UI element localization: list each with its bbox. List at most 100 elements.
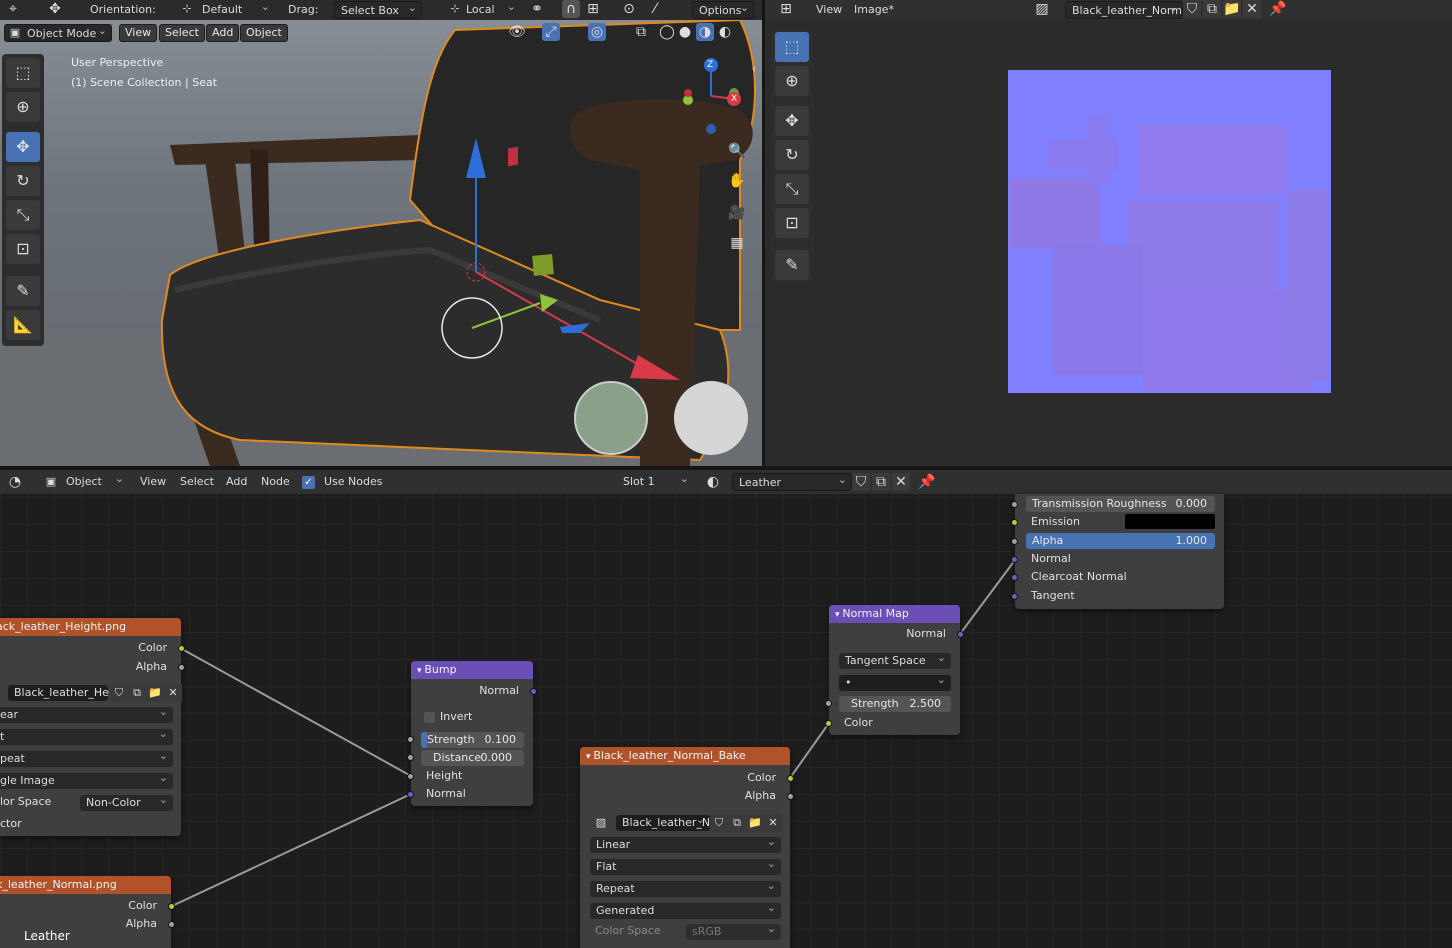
viewport-3d[interactable]: ⌖ ✥ Orientation: ⊹ Default Drag: Select … <box>0 0 762 466</box>
image-transform-tool[interactable]: ⊡ <box>775 208 809 238</box>
transform-tool[interactable]: ⊡ <box>6 234 40 264</box>
material-shading-icon[interactable]: ◑ <box>696 23 714 41</box>
material-fake-user-icon[interactable]: ⛉ <box>852 473 870 491</box>
height-fake-user-icon[interactable]: ⛉ <box>110 684 128 702</box>
menu-view[interactable]: View <box>119 24 158 42</box>
unlink-image-icon[interactable]: ✕ <box>1243 0 1261 18</box>
move-tool[interactable]: ✥ <box>6 132 40 162</box>
bump-header[interactable]: ▾ Bump <box>411 661 533 679</box>
image-move-tool[interactable]: ✥ <box>775 106 809 136</box>
editor-type-icon[interactable]: ⌖ <box>4 0 22 18</box>
bake-texture-node[interactable]: ▾ Black_leather_Normal_Bake Color Alpha … <box>580 747 794 948</box>
falloff-icon[interactable]: ⁄ <box>646 0 664 18</box>
snap-icon[interactable]: ⚭ <box>528 0 546 18</box>
normal-map-header[interactable]: ▾ Normal Map <box>829 605 960 623</box>
socket-bump-strength[interactable] <box>407 736 414 743</box>
socket-bump-out[interactable] <box>530 688 537 695</box>
open-image-icon[interactable]: 📁 <box>1223 0 1241 18</box>
rendered-shading-icon[interactable]: ◐ <box>716 23 734 41</box>
height-unlink-icon[interactable]: ✕ <box>164 684 182 702</box>
material-browse-icon[interactable]: ◐ <box>704 473 722 491</box>
socket-height-color[interactable] <box>178 645 185 652</box>
height-duplicate-icon[interactable]: ⧉ <box>128 684 146 702</box>
select-box-tool[interactable]: ⬚ <box>6 58 40 88</box>
menu-add[interactable]: Add <box>206 24 240 42</box>
image-select-tool[interactable]: ⬚ <box>775 32 809 62</box>
solid-shading-icon[interactable]: ● <box>676 23 694 41</box>
xray-icon[interactable]: ⧉ <box>632 23 650 41</box>
image-menu-view[interactable]: View <box>816 3 842 17</box>
normal-texture-header[interactable]: k_leather_Normal.png <box>0 876 171 894</box>
image-rotate-tool[interactable]: ↻ <box>775 140 809 170</box>
collapse-sidebar-icon[interactable]: ‹ <box>748 60 760 78</box>
image-browse-icon[interactable]: ▨ <box>1033 0 1051 18</box>
socket-tangent[interactable] <box>1011 593 1018 600</box>
bake-texture-header[interactable]: ▾ Black_leather_Normal_Bake <box>580 747 790 765</box>
image-menu-image[interactable]: Image* <box>854 3 894 17</box>
navigation-gizmo[interactable]: Z X <box>676 56 746 136</box>
bump-distance-field[interactable]: Distance 0.000 <box>421 750 524 766</box>
pin-icon[interactable]: 📌 <box>1269 0 1287 18</box>
camera-icon[interactable]: 🎥 <box>728 204 746 222</box>
socket-clearcoat-normal[interactable] <box>1011 574 1018 581</box>
wireframe-shading-icon[interactable]: ◯ <box>658 23 676 41</box>
socket-height-alpha[interactable] <box>178 664 185 671</box>
options-dropdown[interactable]: Options <box>692 1 754 19</box>
height-image-field[interactable]: Black_leather_He... <box>8 682 119 701</box>
socket-normal-map-strength[interactable] <box>825 700 832 707</box>
node-menu-add[interactable]: Add <box>226 475 247 489</box>
socket-emission[interactable] <box>1011 519 1018 526</box>
gizmo-toggle-icon[interactable]: ⤢ <box>542 23 560 41</box>
shader-type-dropdown[interactable]: Object <box>60 473 128 491</box>
height-extension-dropdown[interactable]: peat <box>0 748 173 767</box>
socket-bake-color[interactable] <box>787 775 794 782</box>
height-colorspace-dropdown[interactable]: Non-Color <box>80 792 173 811</box>
bake-interpolation-dropdown[interactable]: Linear <box>590 834 781 853</box>
orientation-dropdown[interactable]: Default <box>196 1 274 19</box>
normal-map-uv-field[interactable]: • <box>839 672 951 691</box>
node-editor[interactable]: ◔ ▣ Object View Select Add Node ✓ Use No… <box>0 470 1452 948</box>
principled-bsdf-node[interactable]: Transmission Roughness 0.000 Emission Al… <box>1011 494 1224 609</box>
visibility-icon[interactable]: 👁 <box>508 23 526 41</box>
material-duplicate-icon[interactable]: ⧉ <box>872 473 890 491</box>
bake-extension-dropdown[interactable]: Repeat <box>590 878 781 897</box>
use-nodes-checkbox[interactable]: ✓ <box>302 476 315 489</box>
overlay-toggle-icon[interactable]: ◎ <box>588 23 606 41</box>
bake-projection-dropdown[interactable]: Flat <box>590 856 781 875</box>
magnet-icon[interactable]: ∩ <box>562 0 580 18</box>
bake-image-field[interactable]: Black_leather_No... <box>616 812 727 831</box>
socket-normal-map-out[interactable] <box>957 631 964 638</box>
material-unlink-icon[interactable]: ✕ <box>892 473 910 491</box>
slot-dropdown[interactable]: Slot 1 <box>617 473 693 491</box>
ortho-grid-icon[interactable]: ▦ <box>728 234 746 252</box>
bake-duplicate-icon[interactable]: ⧉ <box>728 814 746 832</box>
normal-map-strength-field[interactable]: Strength 2.500 <box>839 696 951 712</box>
fake-user-icon[interactable]: ⛉ <box>1183 0 1201 18</box>
material-name-field[interactable]: Leather <box>732 473 852 491</box>
node-menu-node[interactable]: Node <box>261 475 290 489</box>
image-name-field[interactable]: Black_leather_Norm... <box>1065 1 1183 19</box>
image-annotate-tool[interactable]: ✎ <box>775 250 809 280</box>
image-editor-type-icon[interactable]: ⊞ <box>777 0 795 18</box>
node-menu-select[interactable]: Select <box>180 475 214 489</box>
height-interpolation-dropdown[interactable]: ear <box>0 704 173 723</box>
socket-alpha[interactable] <box>1011 538 1018 545</box>
socket-normal-tex-color[interactable] <box>168 903 175 910</box>
socket-bump-height[interactable] <box>407 773 414 780</box>
socket-normal[interactable] <box>1011 556 1018 563</box>
bake-fake-user-icon[interactable]: ⛉ <box>710 814 728 832</box>
bake-open-icon[interactable]: 📁 <box>746 814 764 832</box>
socket-bump-normal[interactable] <box>407 791 414 798</box>
rotate-tool[interactable]: ↻ <box>6 166 40 196</box>
image-scale-tool[interactable]: ⤡ <box>775 174 809 204</box>
height-source-dropdown[interactable]: gle Image <box>0 770 173 789</box>
alpha-field[interactable]: Alpha 1.000 <box>1026 533 1215 549</box>
height-texture-node[interactable]: ack_leather_Height.png Color Alpha Black… <box>0 618 185 836</box>
socket-transmission-roughness[interactable] <box>1011 501 1018 508</box>
drag-dropdown[interactable]: Select Box <box>334 1 422 19</box>
cursor-tool[interactable]: ⊕ <box>6 92 40 122</box>
bake-colorspace-dropdown[interactable]: sRGB <box>686 921 781 940</box>
image-editor[interactable]: ⊞ View Image* ▨ Black_leather_Norm... ⛉ … <box>765 0 1452 466</box>
node-menu-view[interactable]: View <box>140 475 166 489</box>
scale-tool[interactable]: ⤡ <box>6 200 40 230</box>
